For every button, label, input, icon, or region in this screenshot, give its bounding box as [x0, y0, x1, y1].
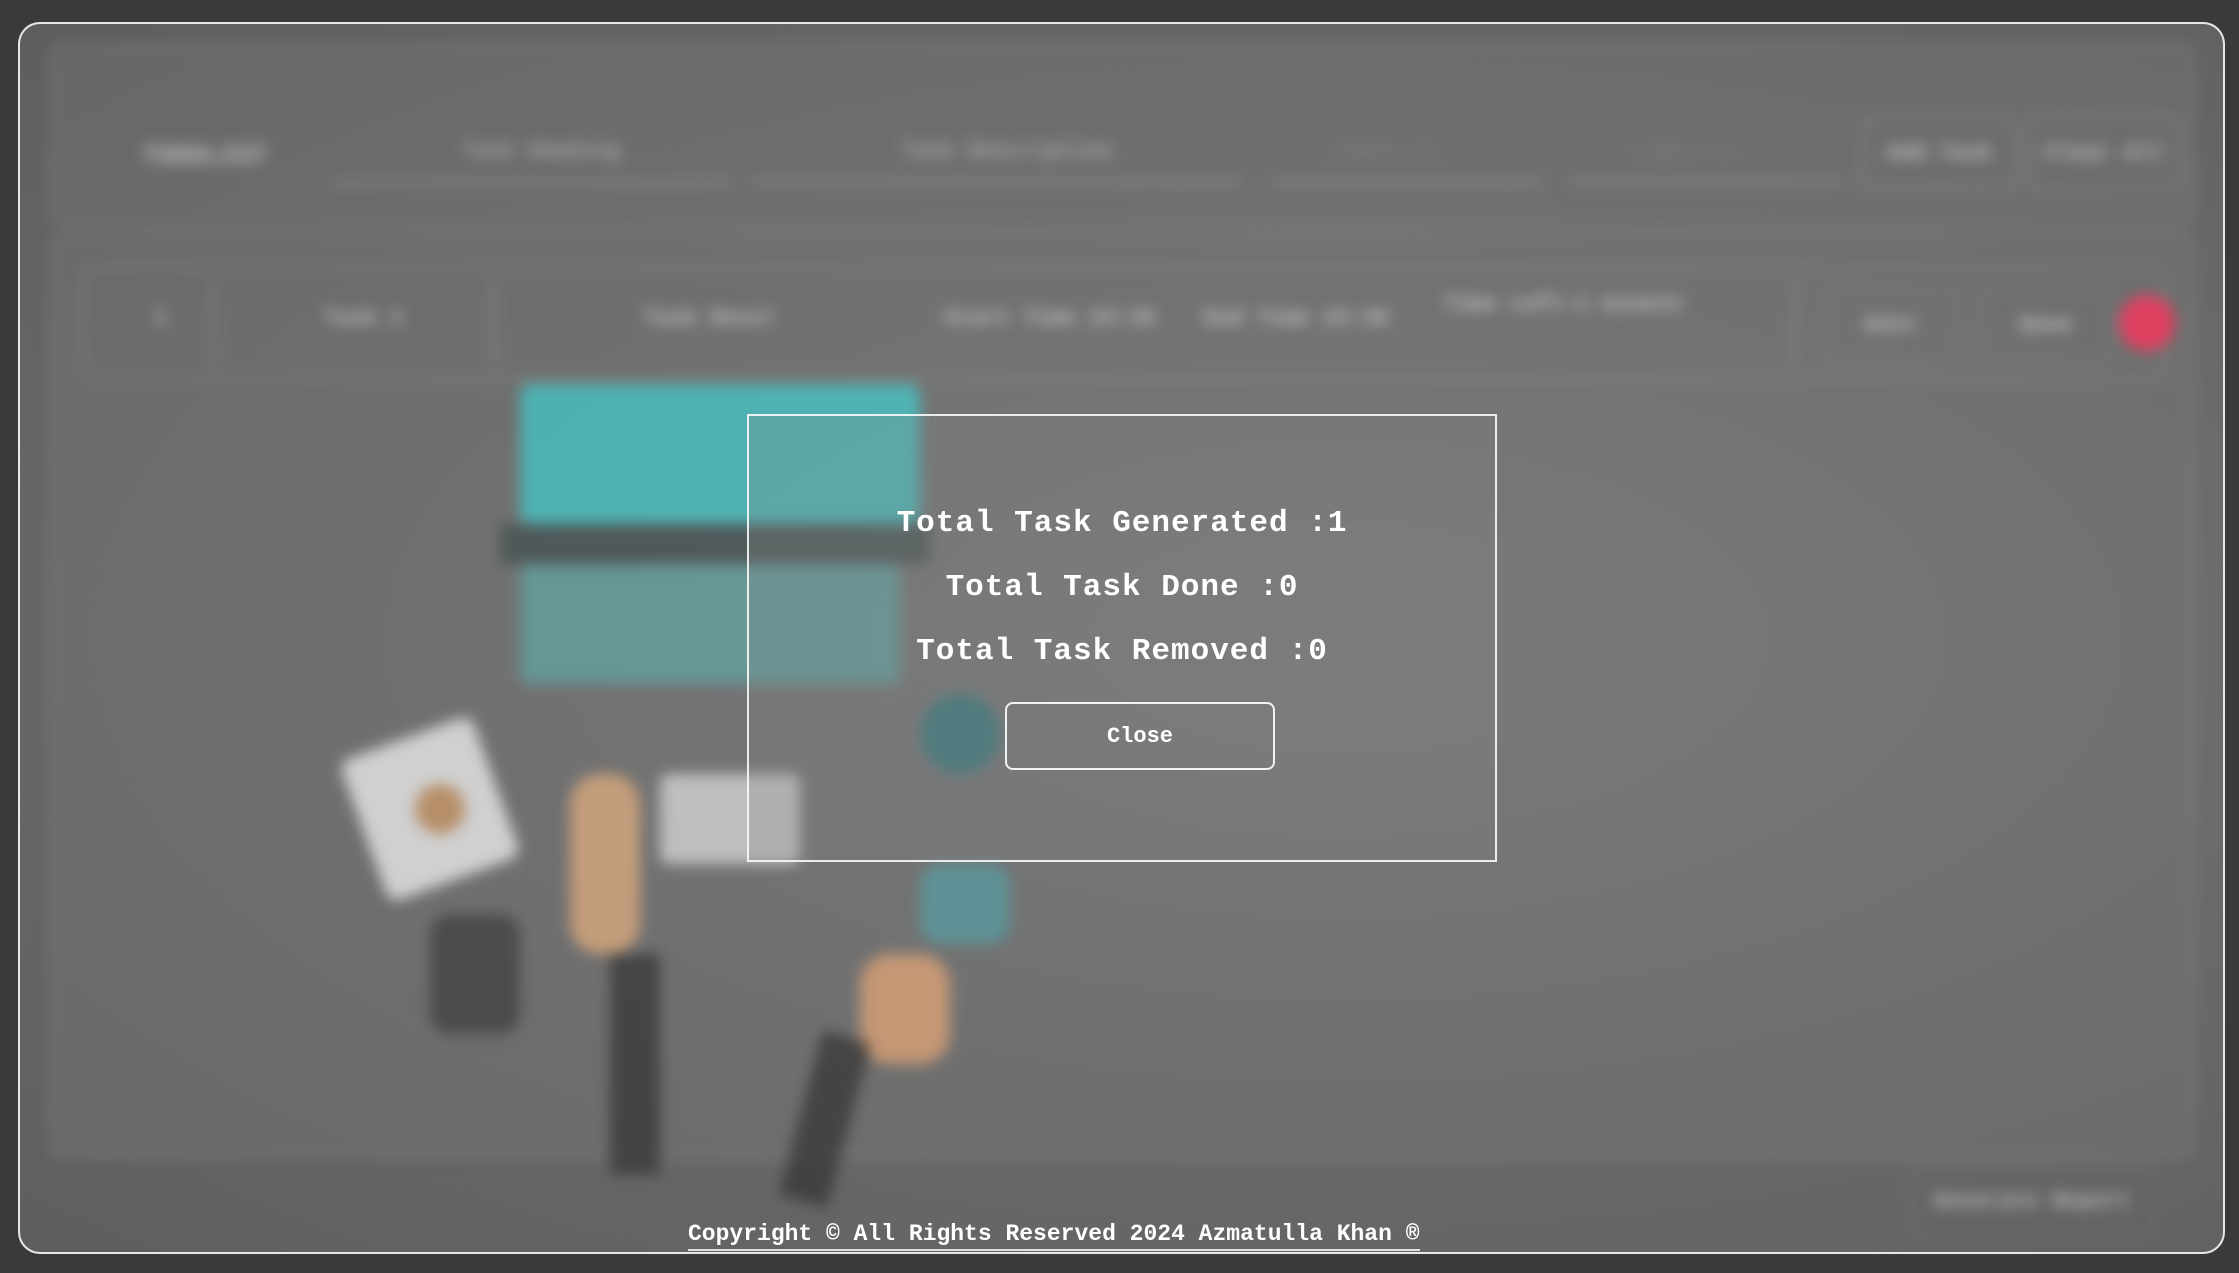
- total-done-text: Total Task Done :0: [945, 570, 1299, 605]
- cell-divider: [1794, 278, 1796, 368]
- close-button[interactable]: Close: [1005, 702, 1275, 770]
- task-heading-underline: [332, 181, 732, 184]
- total-removed-text: Total Task Removed :0: [916, 634, 1328, 669]
- generate-report-button[interactable]: Generate Report: [1910, 1164, 2154, 1238]
- task-heading-input[interactable]: Task Heading: [462, 139, 620, 164]
- report-modal: Total Task Generated :1 Total Task Done …: [747, 414, 1497, 862]
- end-time-input[interactable]: --:-- --: [1632, 139, 1738, 164]
- task-time-left: Time Left:1 minute: [1444, 292, 1682, 317]
- task-start-time: Start Time 23:35: [944, 306, 1156, 331]
- app-logo: TODOLIST: [142, 141, 267, 171]
- total-generated-text: Total Task Generated :1: [896, 506, 1348, 541]
- add-task-button[interactable]: Add Task: [1862, 116, 2016, 190]
- start-time-underline: [1272, 181, 1542, 184]
- task-description: Task Descr: [644, 306, 777, 331]
- cell-divider: [214, 278, 216, 368]
- start-time-input[interactable]: --:-- --: [1332, 139, 1438, 164]
- task-description-input[interactable]: Task Description: [902, 139, 1113, 164]
- clear-all-button[interactable]: Clear All: [2027, 116, 2181, 190]
- app-frame: TODOLIST Task Heading Task Description -…: [18, 22, 2225, 1254]
- done-task-button[interactable]: Done: [1979, 288, 2113, 362]
- task-input-panel: TODOLIST Task Heading Task Description -…: [50, 44, 2194, 228]
- task-description-underline: [752, 181, 1242, 184]
- end-time-underline: [1572, 181, 1842, 184]
- edit-task-button[interactable]: Edit: [1824, 288, 1958, 362]
- task-heading: Task 1: [324, 306, 404, 331]
- task-end-time: End Time 23:36: [1204, 306, 1389, 331]
- remove-task-button[interactable]: [2119, 295, 2175, 351]
- task-index: 1: [154, 306, 168, 331]
- copyright-footer: Copyright © All Rights Reserved 2024 Azm…: [688, 1221, 1420, 1251]
